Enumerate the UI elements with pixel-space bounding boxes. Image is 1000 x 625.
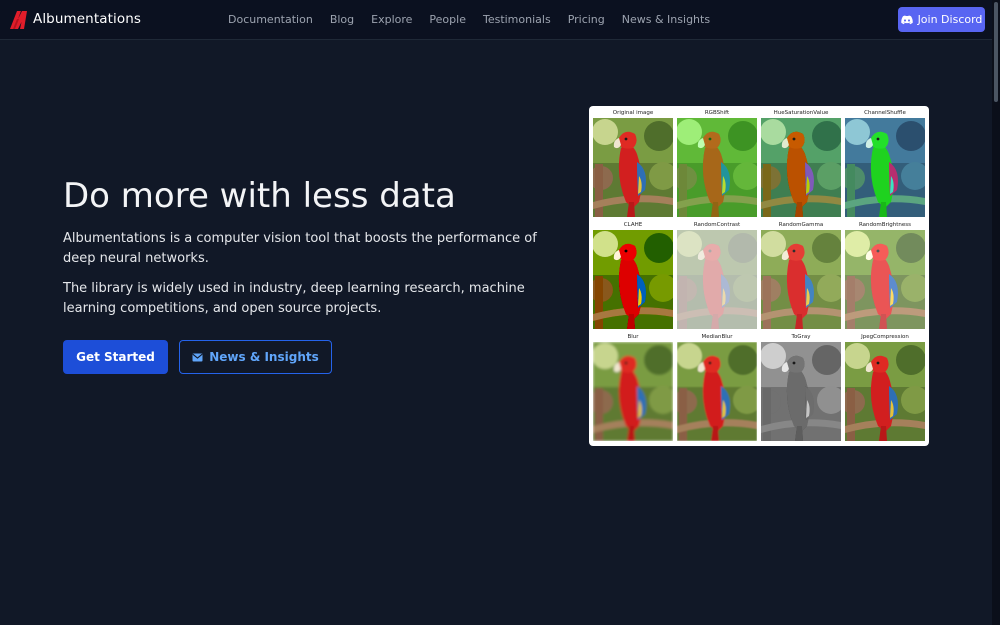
aug-cell: HueSaturationValue	[761, 108, 841, 217]
parrot-image	[677, 230, 757, 329]
parrot-image	[845, 230, 925, 329]
parrot-image	[593, 118, 673, 217]
join-discord-button[interactable]: Join Discord	[898, 7, 985, 32]
aug-cell: MedianBlur	[677, 332, 757, 441]
aug-cell: ChannelShuffle	[845, 108, 925, 217]
join-discord-label: Join Discord	[917, 13, 983, 26]
aug-cell: Blur	[593, 332, 673, 441]
parrot-image	[761, 342, 841, 441]
brand-name[interactable]: Albumentations	[33, 11, 141, 27]
albumentations-logo-icon[interactable]	[9, 9, 29, 30]
aug-cell: RandomContrast	[677, 220, 757, 329]
aug-label: RandomBrightness	[858, 222, 912, 228]
discord-icon	[900, 15, 913, 24]
parrot-image	[761, 230, 841, 329]
aug-cell: JpegCompression	[845, 332, 925, 441]
get-started-button[interactable]: Get Started	[63, 340, 168, 374]
parrot-image	[593, 342, 673, 441]
hero-paragraph-2: The library is widely used in industry, …	[63, 281, 525, 316]
hero-paragraph-1: Albumentations is a computer vision tool…	[63, 231, 537, 266]
parrot-image	[677, 118, 757, 217]
top-navbar: Albumentations Documentation Blog Explor…	[0, 0, 992, 40]
nav-link-testimonials[interactable]: Testimonials	[483, 13, 551, 26]
aug-label: MedianBlur	[701, 334, 733, 340]
aug-label: RGBShift	[704, 110, 730, 116]
aug-label: RandomGamma	[778, 222, 824, 228]
aug-cell: RandomGamma	[761, 220, 841, 329]
nav-links: Documentation Blog Explore People Testim…	[228, 13, 710, 26]
aug-cell: RGBShift	[677, 108, 757, 217]
nav-link-pricing[interactable]: Pricing	[568, 13, 605, 26]
aug-label: Blur	[627, 334, 639, 340]
aug-label: CLAHE	[623, 222, 643, 228]
aug-label: JpegCompression	[861, 334, 909, 340]
news-insights-label: News & Insights	[209, 350, 319, 364]
envelope-icon	[192, 353, 203, 361]
nav-link-documentation[interactable]: Documentation	[228, 13, 313, 26]
hero-title: Do more with less data	[63, 176, 456, 216]
parrot-image	[845, 118, 925, 217]
parrot-image	[677, 342, 757, 441]
aug-label: RandomContrast	[693, 222, 741, 228]
nav-link-explore[interactable]: Explore	[371, 13, 412, 26]
aug-cell: ToGray	[761, 332, 841, 441]
aug-cell: Original image	[593, 108, 673, 217]
parrot-image	[593, 230, 673, 329]
augmentation-examples-grid: Original image RGBShift HueSaturationVal…	[589, 106, 929, 446]
nav-link-people[interactable]: People	[429, 13, 466, 26]
news-insights-button[interactable]: News & Insights	[179, 340, 332, 374]
aug-cell: RandomBrightness	[845, 220, 925, 329]
nav-link-news-insights[interactable]: News & Insights	[622, 13, 710, 26]
get-started-label: Get Started	[76, 350, 155, 364]
aug-cell: CLAHE	[593, 220, 673, 329]
aug-label: ToGray	[791, 334, 811, 340]
parrot-image	[761, 118, 841, 217]
scrollbar-thumb[interactable]	[994, 2, 998, 102]
aug-label: ChannelShuffle	[864, 110, 906, 116]
aug-label: Original image	[612, 110, 654, 116]
nav-link-blog[interactable]: Blog	[330, 13, 354, 26]
parrot-image	[845, 342, 925, 441]
aug-label: HueSaturationValue	[773, 110, 829, 116]
